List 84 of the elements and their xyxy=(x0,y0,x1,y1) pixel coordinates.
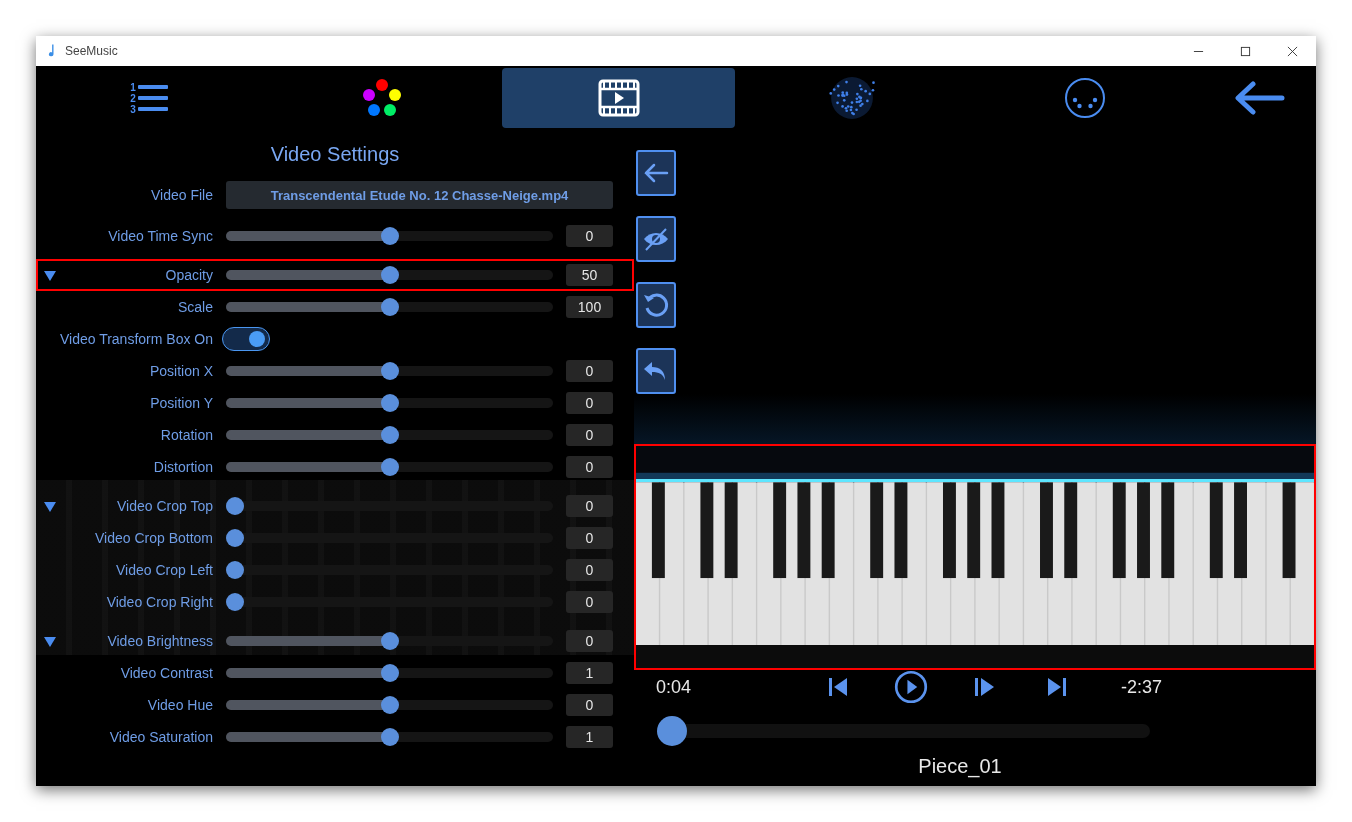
reset-button[interactable] xyxy=(636,282,676,328)
slider-track[interactable] xyxy=(226,227,553,245)
back-button[interactable] xyxy=(636,150,676,196)
hide-button[interactable] xyxy=(636,216,676,262)
slider-track[interactable] xyxy=(226,458,553,476)
value-field[interactable]: 0 xyxy=(566,630,613,652)
slider-track[interactable] xyxy=(226,696,553,714)
setting-label: Video Crop Right xyxy=(106,594,213,610)
skip-back-icon xyxy=(826,675,850,699)
slider-thumb[interactable] xyxy=(380,664,399,682)
toggle-switch[interactable] xyxy=(222,327,270,351)
close-icon[interactable] xyxy=(1287,45,1298,57)
slider-thumb[interactable] xyxy=(380,266,399,284)
value-field[interactable]: 0 xyxy=(566,527,613,549)
slider-thumb[interactable] xyxy=(380,227,399,245)
setting-label: Video Brightness xyxy=(107,633,213,649)
slider-track[interactable] xyxy=(226,728,553,746)
remaining-time: -2:37 xyxy=(1121,676,1163,698)
maximize-icon[interactable] xyxy=(1240,45,1251,57)
value-field[interactable]: 0 xyxy=(566,392,613,414)
slider-thumb[interactable] xyxy=(380,426,399,444)
slider-track[interactable] xyxy=(226,266,553,284)
undo-button[interactable] xyxy=(636,348,676,394)
slider-track[interactable] xyxy=(226,593,553,611)
setting-label: Opacity xyxy=(165,267,213,283)
toolbar-tab[interactable] xyxy=(502,68,735,128)
value-field[interactable]: 0 xyxy=(566,559,613,581)
window-title: SeeMusic xyxy=(65,44,118,58)
elapsed-time: 0:04 xyxy=(656,676,693,698)
value-field[interactable]: 50 xyxy=(566,264,613,286)
setting-label: Position X xyxy=(149,363,213,379)
value-field[interactable]: 1 xyxy=(566,662,613,684)
panel-title: Video Settings xyxy=(269,142,401,166)
slider-thumb[interactable] xyxy=(380,394,399,412)
value-field[interactable]: 100 xyxy=(566,296,613,318)
slider-thumb[interactable] xyxy=(380,298,399,316)
play-icon xyxy=(894,670,928,704)
slider-track[interactable] xyxy=(226,362,553,380)
value-field[interactable]: 0 xyxy=(566,694,613,716)
piece-title: Piece_01 xyxy=(917,754,1003,778)
slider-thumb[interactable] xyxy=(380,458,399,476)
slider-track[interactable] xyxy=(226,298,553,316)
toolbar-tab[interactable]: 1 2 3 xyxy=(36,68,262,128)
slider-thumb[interactable] xyxy=(380,696,399,714)
setting-label: Video Saturation xyxy=(109,729,213,745)
value-field[interactable]: 0 xyxy=(566,360,613,382)
slider-track[interactable] xyxy=(226,426,553,444)
value-field[interactable]: 0 xyxy=(566,424,613,446)
skip-forward-icon xyxy=(1045,675,1069,699)
color-dots-icon xyxy=(360,78,404,118)
seek-thumb[interactable] xyxy=(657,716,688,746)
value-field[interactable]: 1 xyxy=(566,726,613,748)
setting-label: Distortion xyxy=(153,459,213,475)
slider-track[interactable] xyxy=(226,394,553,412)
collapse-triangle-icon[interactable] xyxy=(44,637,56,647)
value-field[interactable]: 0 xyxy=(566,591,613,613)
setting-label: Video Crop Top xyxy=(117,498,213,514)
setting-label: Video Crop Bottom xyxy=(94,530,213,546)
collapse-triangle-icon[interactable] xyxy=(44,271,56,281)
slider-track[interactable] xyxy=(226,561,553,579)
slider-track[interactable] xyxy=(226,497,553,515)
value-field[interactable]: 0 xyxy=(566,456,613,478)
video-file-button[interactable]: Transcendental Etude No. 12 Chasse-Neige.mp4 xyxy=(226,181,613,209)
slider-track[interactable] xyxy=(226,529,553,547)
circle-dots-icon xyxy=(1062,76,1107,120)
setting-label: Video Hue xyxy=(147,697,213,713)
setting-label: Video File xyxy=(150,187,213,203)
setting-label: Video Transform Box On xyxy=(59,331,213,347)
value-field[interactable]: 0 xyxy=(566,495,613,517)
back-arrow-icon xyxy=(1232,81,1285,115)
film-play-icon xyxy=(597,79,640,117)
slider-thumb[interactable] xyxy=(380,728,399,746)
setting-label: Video Contrast xyxy=(120,665,213,681)
slider-track[interactable] xyxy=(226,632,553,650)
setting-label: Video Time Sync xyxy=(108,228,213,244)
setting-label: Scale xyxy=(177,299,213,315)
setting-label: Video Crop Left xyxy=(115,562,213,578)
value-field[interactable]: 0 xyxy=(566,225,613,247)
collapse-triangle-icon[interactable] xyxy=(44,502,56,512)
step-forward-icon xyxy=(972,675,996,699)
setting-label: Rotation xyxy=(160,427,213,443)
slider-thumb[interactable] xyxy=(380,362,399,380)
setting-label: Position Y xyxy=(150,395,213,411)
slider-track[interactable] xyxy=(226,664,553,682)
